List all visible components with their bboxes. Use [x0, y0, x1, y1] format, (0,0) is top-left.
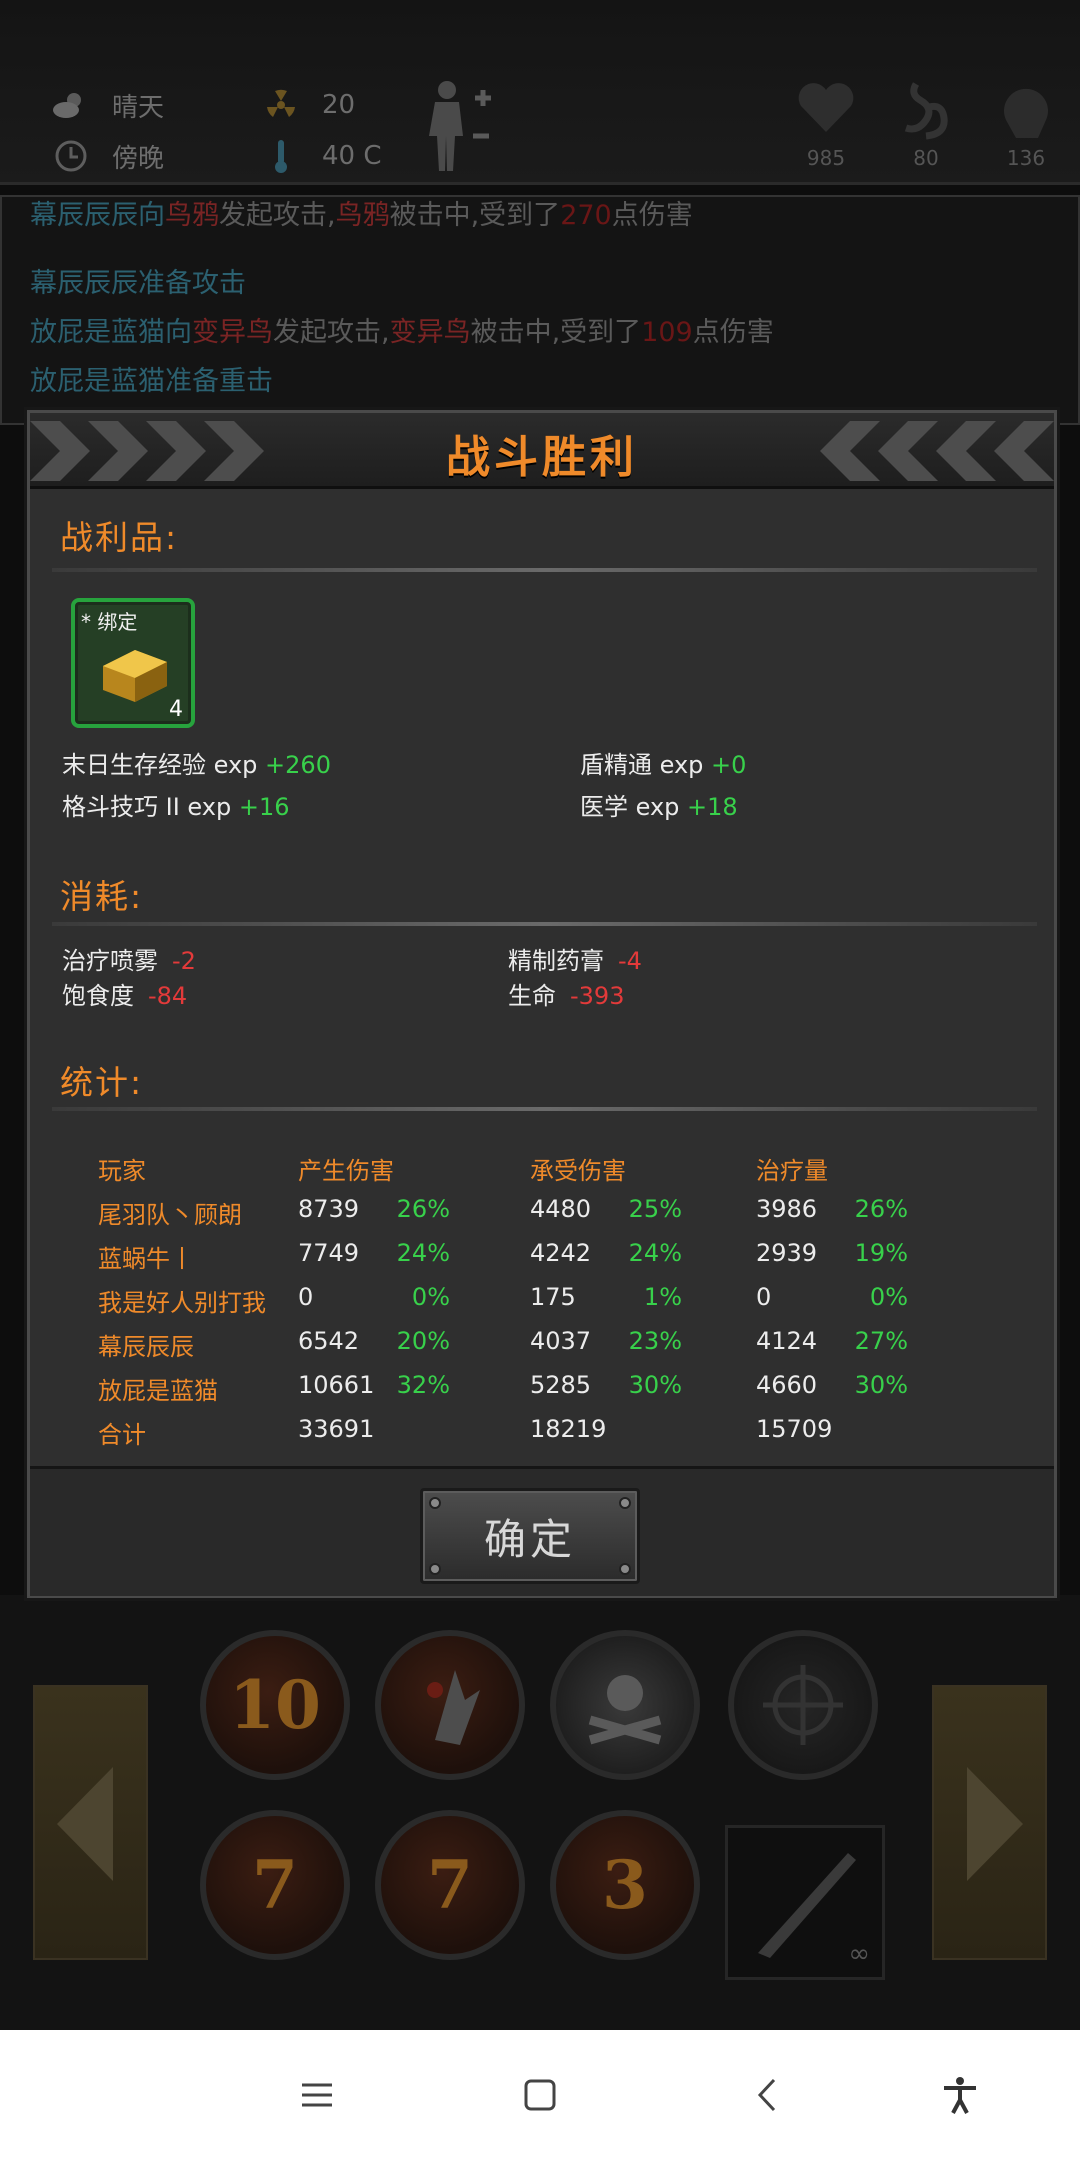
time-stat: 傍晚	[52, 137, 164, 175]
stats-total-row: 合计 33691 18219 15709	[98, 1415, 833, 1449]
consume-entry: 精制药膏 -4	[508, 947, 642, 975]
victory-dialog: 战斗胜利 战利品: * 绑定 4 末日生存经验 exp +260 盾精通 exp…	[27, 410, 1057, 1598]
weapon-slot[interactable]: ∞	[725, 1825, 885, 1980]
consume-entry: 生命 -393	[508, 982, 625, 1010]
health-vital: 985	[786, 80, 866, 170]
health-value: 985	[806, 146, 846, 170]
home-button[interactable]	[515, 2070, 565, 2120]
mood-vital: 136	[986, 80, 1066, 170]
radiation-icon	[262, 86, 300, 124]
exp-entry: 末日生存经验 exp +260	[62, 751, 331, 779]
bolt-decoration	[619, 1563, 631, 1575]
bolt-decoration	[619, 1497, 631, 1509]
prev-page-button[interactable]	[33, 1685, 148, 1960]
bolt-decoration	[429, 1497, 441, 1509]
heart-icon	[796, 80, 856, 140]
skill-slot-7[interactable]: 3	[550, 1810, 700, 1960]
gold-ingot-icon	[95, 636, 175, 710]
home-square-icon	[524, 2079, 556, 2111]
system-nav-bar	[0, 2030, 1080, 2160]
loot-item[interactable]: * 绑定 4	[71, 598, 195, 728]
skull-crossbones-icon	[588, 1675, 662, 1745]
divider	[52, 568, 1037, 572]
radiation-stat: 20	[262, 86, 355, 124]
back-chevron-icon	[757, 2078, 776, 2112]
thermometer-icon	[262, 137, 300, 175]
exp-entry: 盾精通 exp +0	[580, 751, 747, 779]
weapon-uses: ∞	[848, 1939, 870, 1969]
stomach-value: 80	[913, 146, 939, 170]
sun-cloud-icon	[52, 86, 90, 124]
stats-row: 尾羽队丶顾朗 8739 26% 4480 25% 3986 26%	[98, 1195, 908, 1229]
skill-slot-4[interactable]	[728, 1630, 878, 1780]
consume-entry: 治疗喷雾 -2	[62, 947, 196, 975]
temperature-stat: 40 C	[262, 137, 382, 175]
stats-row: 蓝蜗牛丨 7749 24% 4242 24% 2939 19%	[98, 1239, 908, 1273]
menu-button[interactable]	[292, 2070, 342, 2120]
stats-row: 我是好人别打我 0 0% 175 1% 0 0%	[98, 1283, 908, 1317]
confirm-button[interactable]: 确定	[420, 1488, 640, 1584]
skill-slot-3[interactable]	[550, 1630, 700, 1780]
weather-stat: 晴天	[52, 86, 164, 124]
blood-splatter-icon	[427, 1670, 480, 1745]
temperature-value: 40 C	[322, 141, 382, 171]
stats-row: 放屁是蓝猫 10661 32% 5285 30% 4660 30%	[98, 1371, 908, 1405]
mood-value: 136	[1006, 146, 1046, 170]
log-line: 放屁是蓝猫准备重击	[30, 366, 273, 397]
log-line: 幕辰辰辰向鸟鸦发起攻击,鸟鸦被击中,受到了270点伤害	[30, 200, 693, 231]
stats-header-row: 玩家 产生伤害 承受伤害 治疗量	[98, 1157, 828, 1185]
log-line: 放屁是蓝猫向变异鸟发起攻击,变异鸟被击中,受到了109点伤害	[30, 317, 774, 348]
skill-slot-5[interactable]: 7	[200, 1810, 350, 1960]
stats-section-title: 统计:	[60, 1063, 144, 1102]
next-page-button[interactable]	[932, 1685, 1047, 1960]
confirm-label: 确定	[483, 1514, 576, 1564]
back-button[interactable]	[742, 2070, 792, 2120]
exp-entry: 格斗技巧 II exp +16	[62, 793, 290, 821]
character-figure-icon[interactable]	[425, 78, 495, 177]
head-icon	[996, 80, 1056, 140]
divider	[52, 922, 1037, 926]
accessibility-button[interactable]	[935, 2070, 985, 2120]
combat-log[interactable]: 幕辰辰辰向鸟鸦发起攻击,鸟鸦被击中,受到了270点伤害 幕辰辰辰准备攻击 放屁是…	[0, 195, 1080, 425]
consume-entry: 饱食度 -84	[62, 982, 188, 1010]
skill-slot-6[interactable]: 7	[375, 1810, 525, 1960]
skill-panel: 10 7 7 3 ∞	[0, 1595, 1080, 2030]
exp-entry: 医学 exp +18	[580, 793, 738, 821]
time-label: 傍晚	[112, 143, 165, 174]
weather-label: 晴天	[112, 92, 165, 123]
stats-row: 幕辰辰辰 6542 20% 4037 23% 4124 27%	[98, 1327, 908, 1361]
menu-icon	[302, 2083, 332, 2107]
clock-icon	[52, 137, 90, 175]
item-count: 4	[169, 697, 183, 722]
dialog-header: 战斗胜利	[30, 413, 1054, 489]
dialog-title: 战斗胜利	[446, 432, 638, 483]
divider	[52, 1107, 1037, 1111]
skill-slot-1[interactable]: 10	[200, 1630, 350, 1780]
stomach-vital: 80	[886, 80, 966, 170]
crosshair-icon	[763, 1665, 843, 1745]
bolt-decoration	[429, 1563, 441, 1575]
accessibility-icon	[944, 2077, 976, 2114]
stomach-icon	[896, 80, 956, 140]
consume-section-title: 消耗:	[60, 877, 144, 916]
skill-slot-2[interactable]	[375, 1630, 525, 1780]
radiation-value: 20	[322, 90, 356, 120]
loot-section-title: 战利品:	[60, 518, 179, 557]
log-line: 幕辰辰辰准备攻击	[30, 268, 246, 299]
status-bar: 晴天 傍晚 20 40 C 985 80 136	[0, 0, 1080, 185]
bound-tag: * 绑定	[81, 610, 138, 634]
